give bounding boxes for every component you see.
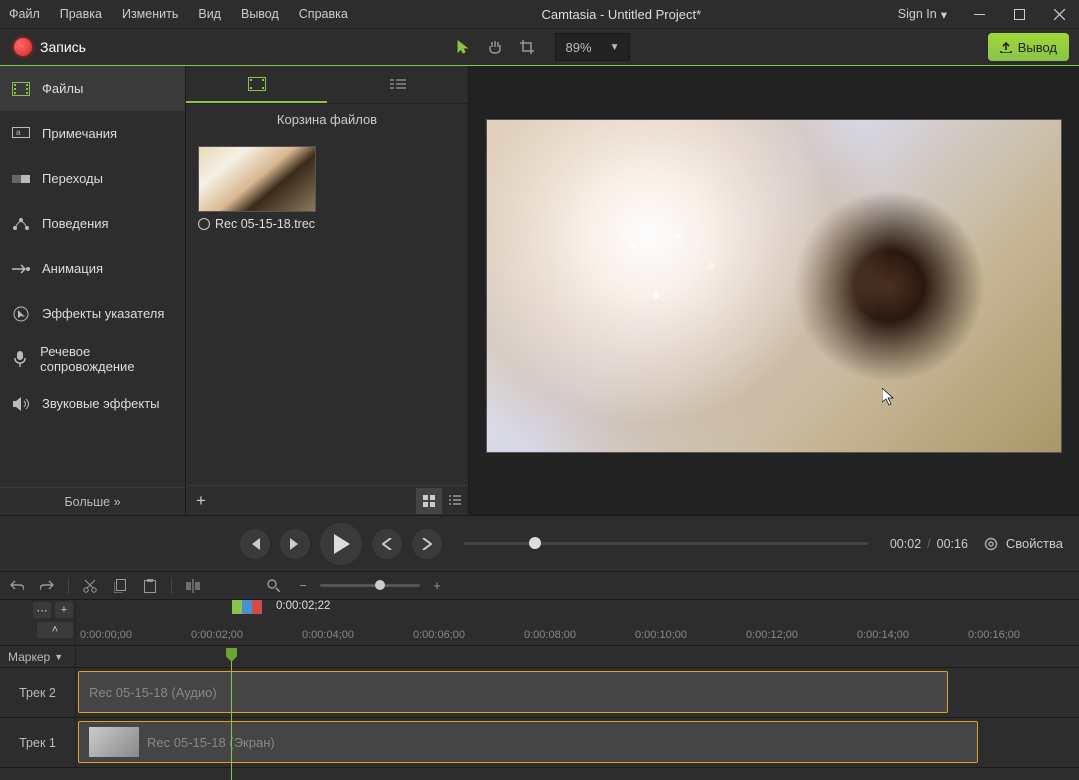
menu-view[interactable]: Вид — [189, 3, 230, 25]
edit-tool-select[interactable] — [449, 33, 477, 61]
close-button[interactable] — [1039, 0, 1079, 28]
record-icon — [14, 38, 32, 56]
add-track-button[interactable]: + — [55, 602, 73, 618]
next-frame-button[interactable] — [280, 529, 310, 559]
sidebar-item-animations[interactable]: Анимация — [0, 246, 185, 291]
sidebar-item-audio-effects[interactable]: Звуковые эффекты — [0, 381, 185, 426]
clip-filename: Rec 05-15-18.trec — [215, 217, 315, 231]
zoom-in-button[interactable]: + — [426, 575, 448, 597]
grid-view-button[interactable] — [416, 488, 442, 514]
seek-thumb[interactable] — [529, 537, 541, 549]
callout-icon: a — [12, 125, 30, 143]
zoom-out-button[interactable]: − — [292, 575, 314, 597]
playhead-line — [231, 660, 232, 780]
sidebar-item-cursor-effects[interactable]: Эффекты указателя — [0, 291, 185, 336]
copy-button[interactable] — [109, 575, 131, 597]
sidebar-item-files[interactable]: Файлы — [0, 66, 185, 111]
sidebar-more-button[interactable]: Больше » — [0, 487, 185, 515]
timeline-clip-audio[interactable]: Rec 05-15-18 (Аудио) — [78, 671, 948, 713]
edit-tool-pan[interactable] — [481, 33, 509, 61]
zoom-slider[interactable] — [320, 584, 420, 587]
redo-button[interactable] — [36, 575, 58, 597]
cursor-icon — [882, 388, 896, 406]
clip-thumb-icon — [89, 727, 139, 757]
bin-tab-media[interactable] — [186, 66, 327, 103]
menu-modify[interactable]: Изменить — [113, 3, 187, 25]
track-2-label[interactable]: Трек 2 — [0, 668, 76, 717]
sidebar-item-label: Переходы — [42, 171, 103, 186]
track-1-label[interactable]: Трек 1 — [0, 718, 76, 767]
maximize-button[interactable] — [999, 0, 1039, 28]
menu-file[interactable]: Файл — [0, 3, 49, 25]
clip-thumbnail — [198, 146, 316, 212]
microphone-icon — [12, 350, 28, 368]
edit-tool-crop[interactable] — [513, 33, 541, 61]
svg-text:a: a — [16, 128, 21, 137]
cut-button[interactable] — [79, 575, 101, 597]
time-display: 00:02/00:16 — [890, 537, 968, 551]
collapse-tracks-button[interactable]: ˄ — [37, 622, 73, 638]
sidebar-item-label: Примечания — [42, 126, 117, 141]
transitions-icon — [12, 170, 30, 188]
bin-header: Корзина файлов — [186, 104, 468, 134]
prev-frame-button[interactable] — [240, 529, 270, 559]
menu-help[interactable]: Справка — [290, 3, 357, 25]
paste-button[interactable] — [139, 575, 161, 597]
signin-button[interactable]: Sign In ▾ — [886, 7, 959, 22]
cursor-fx-icon — [12, 305, 30, 323]
media-icon — [248, 77, 266, 91]
upload-icon — [1000, 41, 1012, 53]
properties-button[interactable]: Свойства — [984, 536, 1063, 551]
prev-clip-button[interactable] — [372, 529, 402, 559]
sidebar-item-label: Файлы — [42, 81, 83, 96]
seek-slider[interactable] — [464, 542, 868, 545]
record-button[interactable]: Запись — [0, 29, 100, 65]
sidebar-item-label: Звуковые эффекты — [42, 396, 160, 411]
sidebar-item-annotations[interactable]: a Примечания — [0, 111, 185, 156]
media-clip-item[interactable]: Rec 05-15-18.trec — [198, 146, 316, 231]
media-bin-icon — [12, 80, 30, 98]
output-button[interactable]: Вывод — [988, 33, 1069, 61]
record-label: Запись — [40, 39, 86, 55]
sidebar-item-label: Поведения — [42, 216, 109, 231]
add-media-button[interactable]: + — [186, 486, 216, 516]
behaviors-icon — [12, 215, 30, 233]
window-title: Camtasia - Untitled Project* — [357, 7, 886, 22]
sidebar-item-label: Анимация — [42, 261, 103, 276]
sidebar-item-label: Эффекты указателя — [42, 306, 164, 321]
sidebar-item-behaviors[interactable]: Поведения — [0, 201, 185, 246]
next-clip-button[interactable] — [412, 529, 442, 559]
playhead-time: 0:00:02;22 — [276, 600, 330, 612]
bin-tab-library[interactable] — [327, 66, 468, 103]
playhead-marker[interactable]: 0:00:02;22 — [232, 600, 262, 614]
marker-row-label[interactable]: Маркер▼ — [0, 646, 76, 667]
zoom-select[interactable]: 89%▼ — [555, 33, 631, 61]
minimize-button[interactable] — [959, 0, 999, 28]
library-icon — [390, 78, 406, 90]
undo-button[interactable] — [6, 575, 28, 597]
timeline-ruler[interactable]: 0:00:02;22 0:00:00;00 0:00:02;00 0:00:04… — [76, 600, 1079, 645]
recording-icon — [198, 218, 210, 230]
sidebar-item-transitions[interactable]: Переходы — [0, 156, 185, 201]
play-button[interactable] — [320, 523, 362, 565]
sidebar-item-voice[interactable]: Речевое сопровождение — [0, 336, 185, 381]
gear-icon — [984, 537, 998, 551]
menu-edit[interactable]: Правка — [51, 3, 111, 25]
track-options-button[interactable]: ⋯ — [33, 602, 51, 618]
preview-canvas[interactable] — [486, 119, 1062, 453]
speaker-icon — [12, 395, 30, 413]
menu-output[interactable]: Вывод — [232, 3, 288, 25]
list-view-button[interactable] — [442, 488, 468, 514]
split-button[interactable] — [182, 575, 204, 597]
animation-icon — [12, 260, 30, 278]
timeline-clip-screen[interactable]: Rec 05-15-18 (Экран) — [78, 721, 978, 763]
zoom-search-icon — [262, 575, 284, 597]
sidebar-item-label: Речевое сопровождение — [40, 344, 173, 374]
